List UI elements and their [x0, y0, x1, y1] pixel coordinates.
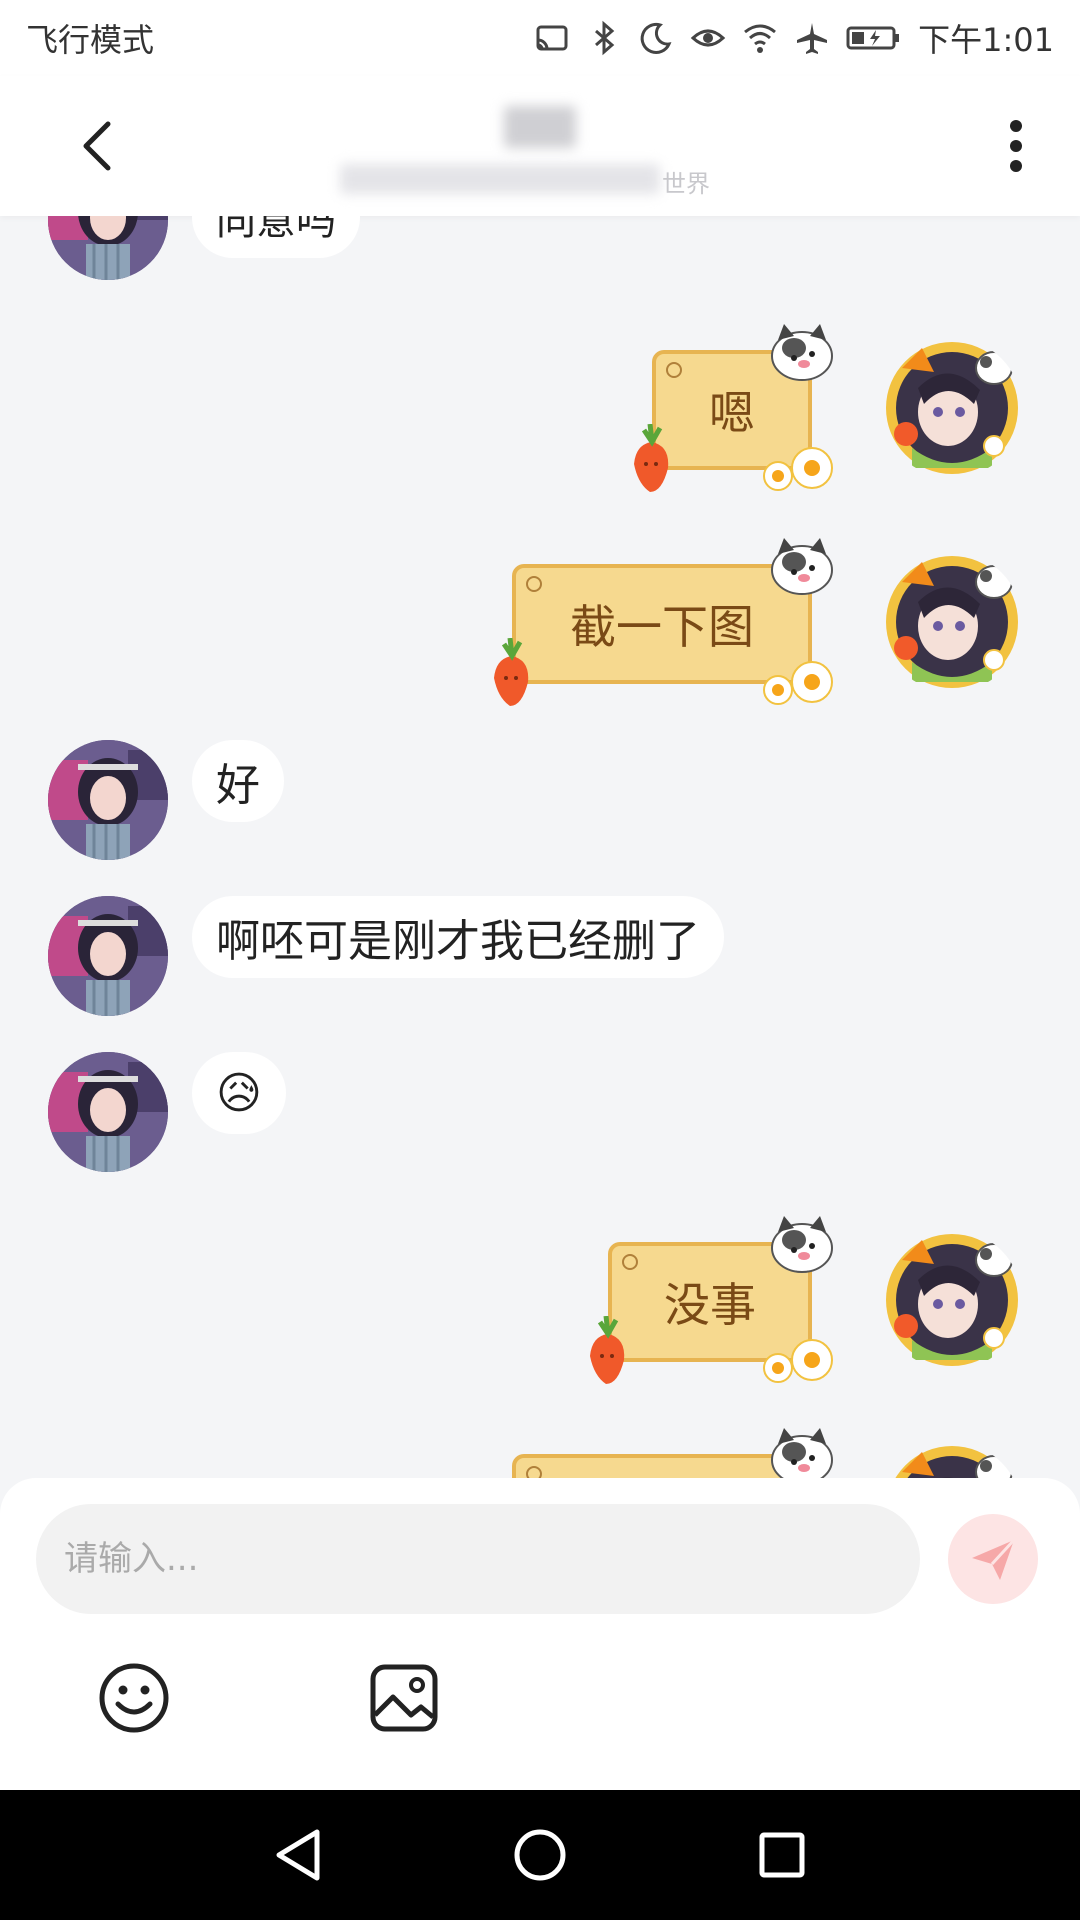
emoji-icon	[99, 1663, 169, 1733]
status-bar: 飞行模式 下午1:01	[0, 0, 1080, 76]
image-icon	[370, 1664, 438, 1732]
message-bubble-received[interactable]: 啊呸可是刚才我已经删了	[192, 896, 724, 978]
contact-avatar[interactable]	[48, 216, 168, 280]
carrot-sticker-icon	[486, 638, 538, 708]
chevron-left-icon	[83, 121, 111, 171]
message-bubble-received[interactable]: 同意吗	[192, 216, 360, 258]
message-bubble-received[interactable]: 好	[192, 740, 284, 822]
carrot-sticker-icon	[582, 1316, 634, 1386]
message-text: 没事	[664, 1278, 756, 1332]
cat-sticker-icon	[771, 1427, 833, 1478]
egg-sticker-icon	[763, 1339, 833, 1383]
screw-decoration	[666, 362, 682, 378]
chat-header: 世界	[0, 76, 1080, 216]
status-time: 下午1:01	[918, 21, 1054, 59]
emoji-button[interactable]	[98, 1662, 170, 1734]
chat-subtitle	[340, 164, 660, 194]
wifi-icon	[742, 20, 778, 56]
chat-title-area: 世界	[300, 86, 780, 206]
system-nav-bar	[0, 1790, 1080, 1920]
screw-decoration	[526, 576, 542, 592]
nav-back-button[interactable]	[268, 1825, 328, 1885]
screw-decoration	[526, 1466, 542, 1478]
composer-panel	[0, 1478, 1080, 1790]
contact-avatar[interactable]	[48, 896, 168, 1016]
egg-sticker-icon	[763, 661, 833, 705]
battery-icon	[846, 20, 902, 56]
message-bubble-sent[interactable]: 嗯	[652, 323, 833, 488]
egg-sticker-icon	[763, 447, 833, 491]
cast-icon	[534, 20, 570, 56]
screw-decoration	[622, 1254, 638, 1270]
carrot-sticker-icon	[626, 424, 678, 494]
more-options-button[interactable]	[988, 114, 1044, 178]
message-input[interactable]	[36, 1504, 920, 1614]
airplane-icon	[794, 20, 830, 56]
my-avatar[interactable]	[882, 1442, 1022, 1478]
home-circle-icon	[514, 1829, 566, 1881]
message-bubble-sent[interactable]: 截一下图	[512, 537, 833, 702]
send-button[interactable]	[948, 1514, 1038, 1604]
moon-icon	[638, 20, 674, 56]
status-icons: 下午1:01	[534, 15, 1054, 61]
bluetooth-icon	[586, 20, 622, 56]
send-icon	[972, 1538, 1016, 1580]
message-text: 截一下图	[570, 600, 754, 654]
cat-sticker-icon	[771, 323, 833, 381]
message-bubble-sent[interactable]: 没事	[608, 1215, 833, 1380]
chat-subtitle-tail: 世界	[662, 170, 710, 198]
message-bubble-sent[interactable]	[512, 1427, 833, 1478]
more-vertical-icon	[1010, 120, 1022, 172]
back-button[interactable]	[70, 116, 126, 176]
contact-avatar[interactable]	[48, 1052, 168, 1172]
cat-sticker-icon	[771, 537, 833, 595]
message-list[interactable]: 同意吗 嗯 截一下图 好 啊呸可是刚才我已经删了 😥 没事	[0, 216, 1080, 1478]
chat-title	[504, 106, 576, 148]
image-button[interactable]	[368, 1662, 440, 1734]
eye-icon	[690, 20, 726, 56]
message-text: 嗯	[709, 386, 755, 440]
back-triangle-icon	[276, 1829, 320, 1881]
airplane-mode-label: 飞行模式	[26, 21, 155, 59]
my-avatar[interactable]	[882, 338, 1022, 478]
my-avatar[interactable]	[882, 552, 1022, 692]
nav-home-button[interactable]	[510, 1825, 570, 1885]
recents-square-icon	[759, 1832, 805, 1878]
contact-avatar[interactable]	[48, 740, 168, 860]
nav-recents-button[interactable]	[752, 1825, 812, 1885]
my-avatar[interactable]	[882, 1230, 1022, 1370]
message-bubble-received[interactable]: 😥	[192, 1052, 286, 1134]
cat-sticker-icon	[771, 1215, 833, 1273]
